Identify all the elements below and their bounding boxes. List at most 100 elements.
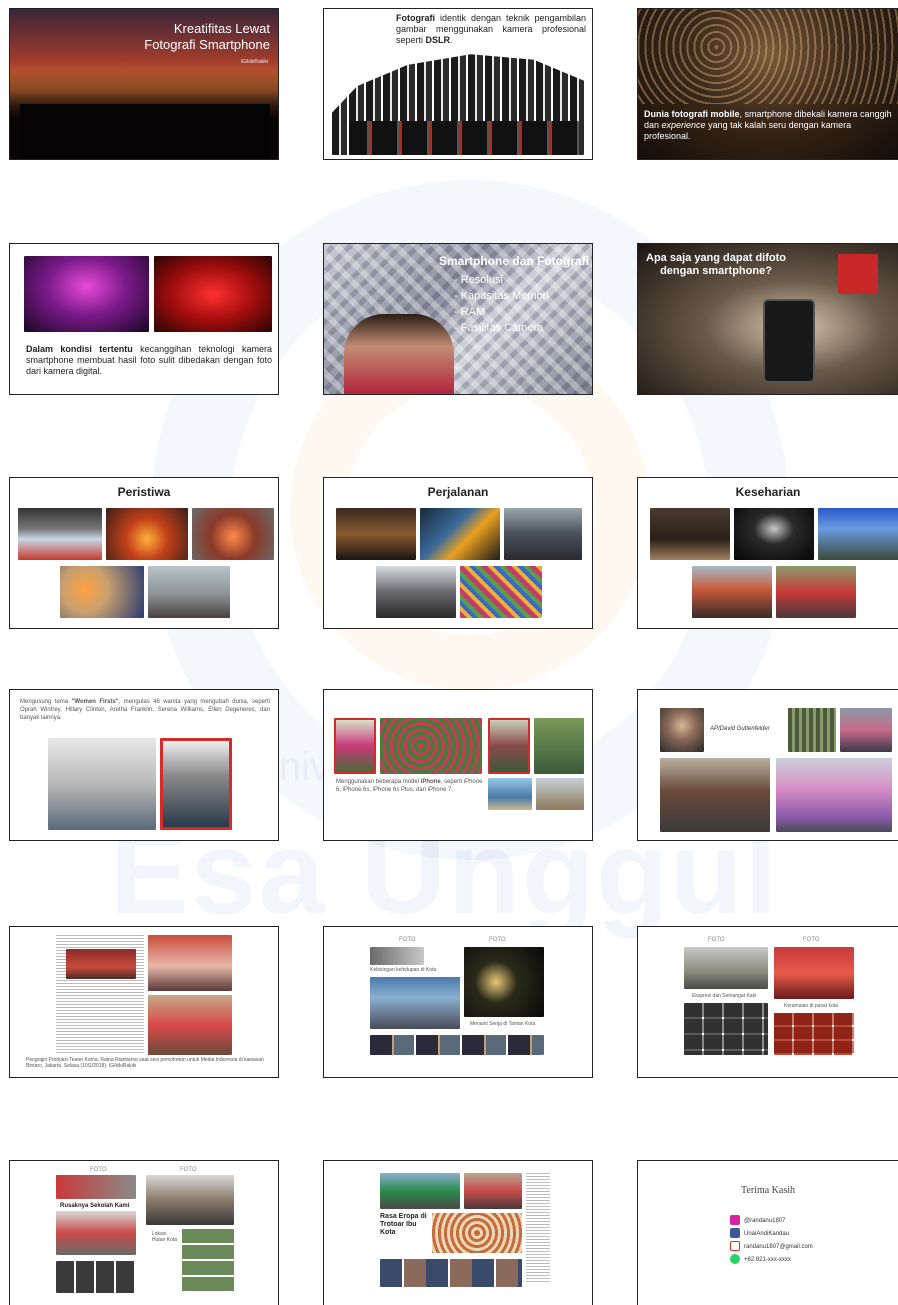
slide-text: Fotografi identik dengan teknik pengambi… bbox=[396, 13, 586, 45]
photo-strip bbox=[56, 1261, 136, 1293]
slide-thumbnail-5[interactable]: Smartphone dan Fotografi - Resolusi - Ka… bbox=[323, 243, 593, 395]
photo-street-clash bbox=[148, 566, 230, 618]
slide-thumbnail-15[interactable]: FOTO FOTO Ekspresi dan Semangat Kaki Ker… bbox=[637, 926, 898, 1078]
slide-thumbnail-6[interactable]: Apa saja yang dapat difoto dengan smartp… bbox=[637, 243, 898, 395]
slide-thumbnail-10[interactable]: Mengusung tema "Women Firsts", mengulas … bbox=[9, 689, 279, 841]
whatsapp-icon bbox=[730, 1254, 740, 1265]
slide-thumbnail-17[interactable]: Rasa Eropa di Trotoar Ibu Kota bbox=[323, 1160, 593, 1305]
photo-fire-smoke bbox=[18, 508, 102, 560]
slide-thumbnail-12[interactable]: AP/David Guttenfelder bbox=[637, 689, 898, 841]
slide-thumbnail-2[interactable]: Fotografi identik dengan teknik pengambi… bbox=[323, 8, 593, 160]
photo-women-group bbox=[840, 708, 892, 752]
article-heading: Menanti Senja di Taman Kota bbox=[470, 1021, 536, 1027]
photo-classroom bbox=[56, 1175, 136, 1199]
masthead: FOTO bbox=[708, 937, 725, 943]
photo-night-park bbox=[464, 947, 544, 1017]
photo-slide-kids bbox=[420, 508, 500, 560]
slide-title: Smartphone dan Fotografi bbox=[439, 254, 589, 268]
selfie-people-image bbox=[344, 314, 454, 394]
slide-thumbnail-18[interactable]: Terima Kasih @randanu1807 UnaiAndiKandau… bbox=[637, 1160, 898, 1305]
photographer-credit: AP/David Guttenfelder bbox=[710, 726, 770, 732]
photo-outdoor-woman bbox=[534, 718, 584, 774]
masthead: FOTO bbox=[489, 937, 506, 943]
slide-thumbnail-3[interactable]: Dunia fotografi mobile, smartphone dibek… bbox=[637, 8, 898, 160]
phone-in-hand-image bbox=[763, 299, 815, 383]
contact-item[interactable]: +62 821-xxx-xxxx bbox=[730, 1254, 813, 1267]
photo-dusk-street bbox=[336, 508, 416, 560]
feature-item: - Kapasitas Memori bbox=[454, 290, 549, 302]
photo-red-stage bbox=[774, 947, 854, 999]
slide-thumbnail-14[interactable]: FOTO FOTO Kebisingan kehidupan di Kota M… bbox=[323, 926, 593, 1078]
slide-thumbnail-1[interactable]: Kreatifitas Lewat Fotografi Smartphone I… bbox=[9, 8, 279, 160]
slide-thumbnail-16[interactable]: FOTO FOTO Rusaknya Sekolah Kami Lokasi H… bbox=[9, 1160, 279, 1305]
slide-title: Peristiwa bbox=[117, 485, 171, 499]
instagram-icon bbox=[730, 1215, 740, 1226]
facebook-icon bbox=[730, 1228, 740, 1239]
slide-thumbnail-13[interactable]: Pengrajin Produksi Teater Koma, Ratna Ri… bbox=[9, 926, 279, 1078]
slide-title: Perjalanan bbox=[427, 485, 489, 499]
photographer-portrait bbox=[660, 708, 704, 752]
slide-thumbnail-9[interactable]: Keseharian bbox=[637, 477, 898, 629]
slide-title: Keseharian bbox=[735, 485, 801, 499]
article-heading: Kebisingan kehidupan di Kota bbox=[370, 967, 437, 973]
feature-list: - Resolusi - Kapasitas Memori - RAM - Fa… bbox=[454, 272, 549, 336]
photo-city-street bbox=[370, 977, 460, 1029]
newspaper-columns bbox=[526, 1173, 550, 1283]
photo-beach bbox=[488, 778, 532, 810]
photo-dark-room bbox=[734, 508, 814, 560]
photo-crowd-snow bbox=[376, 566, 456, 618]
article-heading: Ekspresi dan Semangat Kaki bbox=[692, 993, 757, 999]
photo-hanbok-women bbox=[776, 758, 892, 832]
contact-item[interactable]: randanu1807@gmail.com bbox=[730, 1241, 813, 1254]
newspaper-photo-dance bbox=[66, 949, 136, 979]
slide-text: Menggunakan beberapa model iPhone, seper… bbox=[336, 779, 483, 793]
masthead: FOTO bbox=[90, 1167, 107, 1173]
slide-text: Dunia fotografi mobile, smartphone dibek… bbox=[644, 109, 892, 141]
photo-rose-garden bbox=[380, 718, 482, 774]
slide-thumbnail-8[interactable]: Perjalanan bbox=[323, 477, 593, 629]
photo-street-scene bbox=[684, 947, 768, 989]
feature-item: - Fasilitas Camera bbox=[454, 322, 544, 334]
photo-blue-sky bbox=[818, 508, 898, 560]
slide-text: Mengusung tema "Women Firsts", mengulas … bbox=[20, 699, 270, 721]
photo-market bbox=[504, 508, 582, 560]
slide-title: Apa saja yang dapat difoto dengan smartp… bbox=[646, 252, 786, 277]
slide-title: Terima Kasih bbox=[740, 1185, 795, 1196]
masthead: FOTO bbox=[803, 937, 820, 943]
photo-square-crowd bbox=[660, 758, 770, 832]
slide-thumbnail-11[interactable]: Menggunakan beberapa model iPhone, seper… bbox=[323, 689, 593, 841]
slide-caption: Pengrajin Produksi Teater Koma, Ratna Ri… bbox=[26, 1057, 264, 1069]
photo-festival-crowd bbox=[692, 566, 772, 618]
gmail-icon bbox=[730, 1241, 740, 1252]
photo-bus-street bbox=[380, 1173, 460, 1209]
masthead: FOTO bbox=[180, 1167, 197, 1173]
photo-strip bbox=[370, 1035, 544, 1055]
photo-grid-red bbox=[774, 1013, 854, 1055]
contact-item[interactable]: @randanu1807 bbox=[730, 1215, 813, 1228]
photo-women-shoot bbox=[48, 738, 156, 830]
photo-crowd-fire bbox=[60, 566, 144, 618]
photo-strip bbox=[380, 1259, 522, 1287]
slide-thumbnail-7[interactable]: Peristiwa bbox=[9, 477, 279, 629]
newspaper-photo bbox=[370, 947, 424, 965]
photo-cafe-crowd bbox=[464, 1173, 522, 1209]
photo-damaged-school bbox=[56, 1211, 136, 1255]
photo-colorful-crowd bbox=[460, 566, 542, 618]
photo-rehearsal bbox=[148, 995, 232, 1055]
photo-explosion bbox=[192, 508, 274, 560]
photo-red-room bbox=[148, 935, 232, 991]
masthead: FOTO bbox=[399, 937, 416, 943]
photo-food bbox=[432, 1213, 522, 1253]
photo-night-people bbox=[650, 508, 730, 560]
slide-credit: IG/kikiRakiki bbox=[240, 59, 268, 65]
photo-dancers bbox=[776, 566, 856, 618]
time-magazine-cover bbox=[160, 738, 232, 830]
feature-item: - RAM bbox=[454, 306, 486, 318]
slide-title: Kreatifitas Lewat Fotografi Smartphone bbox=[144, 21, 270, 52]
slide-thumbnail-4[interactable]: Dalam kondisi tertentu kecanggihan tekno… bbox=[9, 243, 279, 395]
photo-field bbox=[536, 778, 584, 810]
photo-grid bbox=[684, 1003, 768, 1055]
magazine-cover-red bbox=[334, 718, 376, 774]
article-heading: Rasa Eropa di Trotoar Ibu Kota bbox=[380, 1213, 427, 1236]
contact-item[interactable]: UnaiAndiKandau bbox=[730, 1228, 813, 1241]
